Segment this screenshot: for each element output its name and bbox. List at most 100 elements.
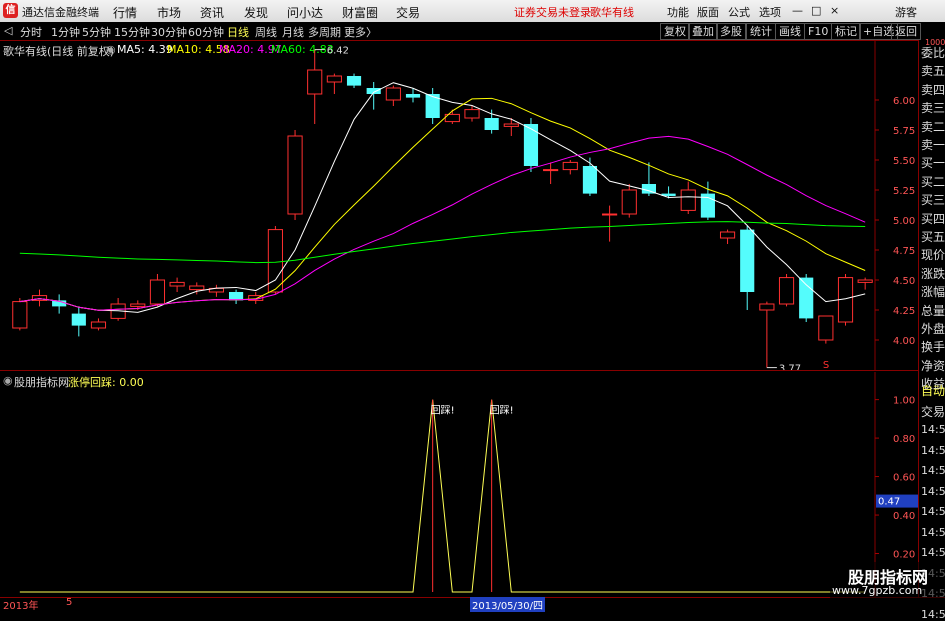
btn-multistock[interactable]: 多股	[716, 23, 746, 40]
quote-field-label: 14:56	[921, 423, 945, 436]
menu-discover[interactable]: 发现	[244, 4, 268, 21]
stock-title: 歌华有线	[590, 6, 634, 19]
period-toolbar: ◁ 分时 1分钟 5分钟 15分钟 30分钟 60分钟 日线 周线 月线 多周期…	[0, 22, 945, 41]
quote-field-label: 14:56	[921, 484, 945, 498]
price-tick-label: 4.25	[893, 306, 915, 317]
date-axis-bar: 2013年 5 2013/05/30/四	[0, 597, 945, 612]
period-monthly[interactable]: 月线	[282, 24, 304, 40]
more-chevron-icon[interactable]: 〉	[366, 24, 377, 40]
btn-draw[interactable]: 画线	[775, 23, 805, 40]
menu-functions[interactable]: 功能	[667, 4, 689, 20]
quote-field-label: 外盘	[921, 322, 945, 336]
period-weekly[interactable]: 周线	[255, 24, 277, 40]
menu-news[interactable]: 资讯	[200, 4, 224, 21]
candle-up	[503, 123, 519, 127]
quote-field-label: 卖一	[921, 138, 945, 152]
btn-stats[interactable]: 统计	[746, 23, 776, 40]
quote-field-label: 卖四	[921, 82, 945, 97]
quote-field-label: 总量	[921, 303, 945, 318]
period-1min[interactable]: 1分钟	[51, 24, 80, 40]
menu-quotes[interactable]: 行情	[113, 4, 137, 21]
price-chart-svg[interactable]: 6.00 5.75 5.50 5.25 5.00 4.75 4.50 4.25 4.00 6.42…	[0, 40, 918, 370]
candle-down	[740, 229, 755, 292]
candle-down	[405, 94, 421, 98]
indicator-tick-label: 0.20	[893, 550, 915, 561]
price-tick-label: 5.75	[893, 126, 915, 137]
ma60-line	[19, 221, 866, 264]
quote-field-label: 14:56	[921, 546, 945, 559]
quote-field-label: 买二	[921, 174, 945, 189]
user-guest[interactable]: 游客	[895, 4, 917, 20]
quote-field-label: 现价	[921, 248, 945, 263]
candle-up	[621, 189, 637, 215]
quote-field-label: 14:56	[921, 464, 945, 477]
candle-up	[562, 161, 578, 171]
period-30min[interactable]: 30分钟	[151, 24, 187, 40]
quote-field-label: 卖二	[921, 119, 945, 134]
quote-field-label: 委比	[921, 46, 945, 60]
candle-up	[90, 321, 107, 329]
period-intraday[interactable]: 分时	[20, 24, 42, 40]
menu-ask[interactable]: 问小达	[287, 4, 323, 21]
candle-down	[799, 277, 814, 319]
period-daily[interactable]: 日线	[227, 24, 249, 40]
indicator-tick-label: 0.80	[893, 434, 915, 445]
indicator-chart-svg[interactable]: 1.00 0.80 0.60 0.40 0.20 0.47 回踩! 回踩!	[0, 372, 918, 597]
price-tick-label: 4.75	[893, 246, 915, 257]
period-60min[interactable]: 60分钟	[188, 24, 224, 40]
period-multi[interactable]: 多周期	[308, 24, 341, 40]
close-icon[interactable]: ×	[830, 4, 839, 17]
candle-up	[189, 285, 205, 291]
quote-field-label: 涨跌	[921, 266, 945, 281]
indicator-tick-label: 1.00	[893, 396, 915, 407]
btn-overlay[interactable]: 叠加	[688, 23, 718, 40]
app-title: 通达信金融终端	[22, 6, 99, 19]
price-tick-label: 5.50	[893, 156, 915, 167]
btn-back[interactable]: 返回	[891, 23, 921, 40]
menu-bar: 信 通达信金融终端 行情 市场 资讯 发现 问小达 财富圈 交易 证券交易未登录…	[0, 0, 945, 23]
btn-mark[interactable]: 标记	[831, 23, 861, 40]
price-chart-panel[interactable]: 歌华有线(日线 前复权) ◉ MA5: 4.39 MA10: 4.58 MA20…	[0, 40, 915, 370]
s-marker: S	[823, 360, 829, 370]
menu-formula[interactable]: 公式	[728, 4, 750, 20]
candle-up	[326, 75, 342, 83]
candle-up	[759, 303, 775, 311]
quote-field-label: 买五	[921, 230, 945, 244]
panel-divider	[0, 370, 918, 371]
btn-f10[interactable]: F10	[804, 23, 833, 40]
candle-up	[857, 279, 873, 283]
minimize-icon[interactable]: —	[792, 4, 803, 17]
menu-trade[interactable]: 交易	[396, 4, 420, 21]
indicator-panel[interactable]: ◉ 股朋指标网 涨停回踩: 0.00 1.00 0.80 0.60 0.40 0.20 0…	[0, 372, 918, 597]
menu-layout[interactable]: 版面	[697, 4, 719, 20]
price-tick-label: 6.00	[893, 96, 915, 107]
menu-wealth[interactable]: 财富圈	[342, 4, 378, 21]
candle-up	[818, 315, 834, 341]
watermark-url: www.7gpzb.com	[832, 584, 923, 597]
candle-up	[680, 189, 696, 211]
menu-market[interactable]: 市场	[157, 4, 181, 21]
maximize-icon[interactable]: □	[811, 4, 821, 17]
indicator-peak-label: 回踩!	[431, 405, 455, 417]
period-more[interactable]: 更多	[344, 24, 366, 40]
btn-adjust[interactable]: 复权	[660, 23, 690, 40]
period-15min[interactable]: 15分钟	[114, 24, 150, 40]
indicator-tick-label: 0.60	[893, 473, 915, 484]
menu-options[interactable]: 选项	[759, 4, 781, 20]
month-marker: 5	[66, 597, 73, 608]
candle-up	[602, 213, 618, 216]
quote-side-panel: 1000 委比 卖五 卖四 卖三 卖二 卖一 买一 买二 买三 买四 买五 现价 涨跌 涨幅 总量 外盘 换手净…	[918, 38, 945, 621]
login-notice[interactable]: 证券交易未登录	[514, 4, 591, 20]
quote-field-label: 涨幅	[921, 285, 945, 300]
toolbar-back-arrow-icon[interactable]: ◁	[4, 24, 12, 37]
ma5-line	[19, 82, 866, 313]
period-5min[interactable]: 5分钟	[82, 24, 111, 40]
watermark-box: 股朋指标网 www.7gpzb.com	[830, 562, 945, 598]
candle-down	[582, 166, 598, 194]
quote-field-label: 买四	[921, 211, 945, 226]
quote-field-label: 自动	[921, 384, 945, 398]
candle-up	[778, 277, 795, 305]
quote-field-label: 14:56	[921, 525, 945, 539]
quote-field-label: 卖三	[921, 101, 945, 116]
date-cursor-label: 2013/05/30/四	[470, 597, 546, 612]
